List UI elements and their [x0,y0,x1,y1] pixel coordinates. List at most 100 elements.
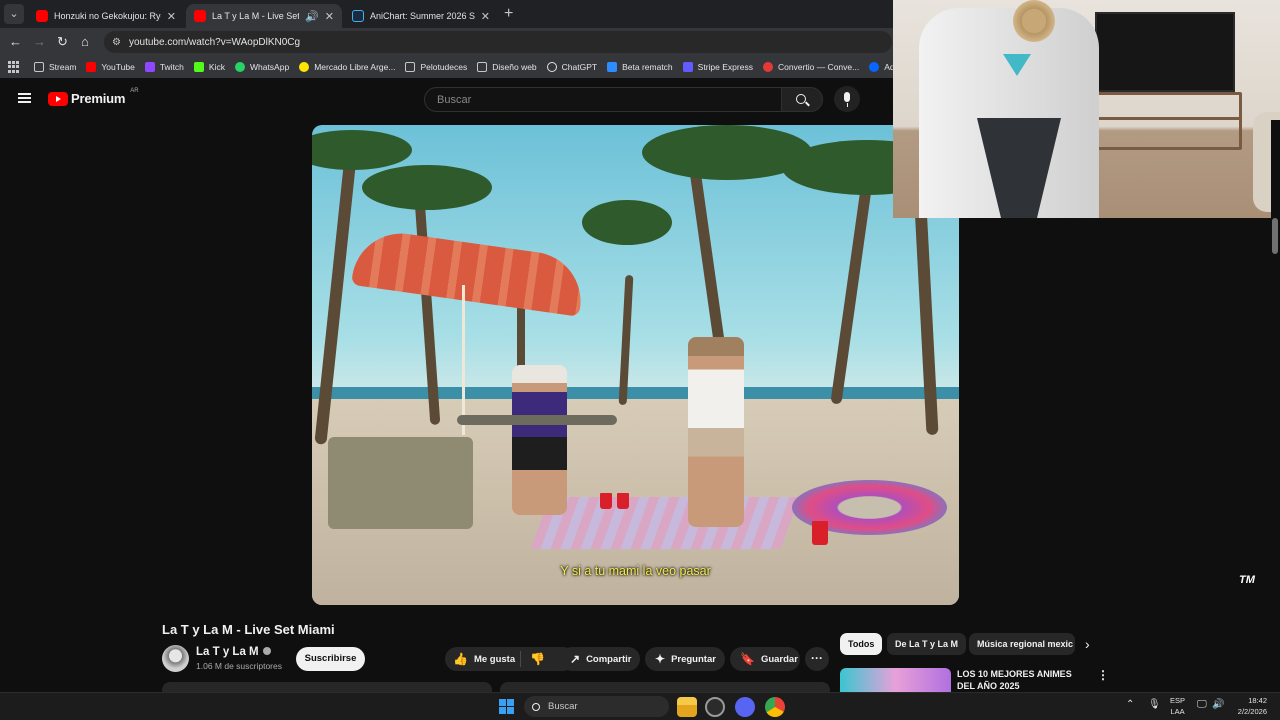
bookmark-twitch[interactable]: Twitch [144,62,184,72]
system-clock[interactable]: 18:42 2/2/2026 [1225,695,1267,717]
channel-name[interactable]: La T y La M [196,646,271,658]
microphone-icon[interactable]: 🎙 [1148,699,1161,710]
straw-hat [1013,0,1055,42]
folder-icon [405,62,416,72]
ask-button[interactable]: ✦ Preguntar [645,647,725,671]
bookmark-beta-rematch[interactable]: Beta rematch [607,62,673,72]
cooler [328,437,473,529]
taskbar-search[interactable]: Buscar [524,696,669,717]
chrome-icon[interactable] [765,697,785,717]
video-sea [312,387,959,399]
bookmark-chatgpt[interactable]: ChatGPT [546,62,597,72]
site-settings-icon[interactable]: ⚙ [112,37,121,48]
channel-watermark-icon[interactable]: TM [1239,574,1255,586]
voice-search-icon[interactable] [834,86,860,112]
youtube-favicon-icon [36,10,48,22]
palm-trunk [618,274,634,406]
country-code: AR [130,87,139,94]
windows-taskbar: Buscar ⌃ 🎙 ESP LAA 🖵 🔊 18:42 2/2/2026 [0,692,1280,720]
close-tab-icon[interactable]: ✕ [481,10,490,23]
webcam-overlay [893,0,1280,218]
tab-la-t-y-la-m[interactable]: La T y La M - Live Set Miami 🔊 ✕ [186,4,342,28]
bookmark-whatsapp[interactable]: WhatsApp [234,62,289,72]
description-box[interactable] [162,682,492,692]
palm-fronds [362,165,492,210]
thumbs-up-icon: 👍 [453,652,468,666]
reload-icon[interactable]: ↻ [57,34,68,50]
url-text: youtube.com/watch?v=WAopDlKN0Cg [128,36,301,48]
bookmark-icon: 🔖 [740,652,755,666]
youtube-play-icon [48,91,68,106]
video-title: La T y La M - Live Set Miami [162,622,335,637]
close-tab-icon[interactable]: ✕ [167,10,176,23]
home-icon[interactable]: ⌂ [81,34,89,49]
meta-icon [869,62,880,72]
search-input[interactable]: Buscar [424,87,782,112]
bookmark-kick[interactable]: Kick [193,62,225,72]
recommendation-title[interactable]: LOS 10 MEJORES ANIMES DEL AÑO 2025 [957,668,1092,692]
share-button[interactable]: ↗ Compartir [560,647,640,671]
bookmark-stream[interactable]: Stream [34,62,76,72]
search-button[interactable] [781,87,823,112]
channel-avatar[interactable] [162,645,189,672]
gaming-chair [919,8,1099,218]
bookmark-diseno-web[interactable]: Diseño web [477,62,537,72]
url-field[interactable]: ⚙ youtube.com/watch?v=WAopDlKN0Cg [104,31,892,53]
save-button[interactable]: 🔖 Guardar [730,647,800,671]
scrollbar[interactable] [1271,120,1280,692]
windows-start-icon[interactable] [499,699,514,714]
chip-channel[interactable]: De La T y La M [887,633,967,655]
kick-icon [193,62,204,72]
language-indicator[interactable]: ESP LAA [1170,695,1185,717]
subscribe-button[interactable]: Suscribirse [296,647,365,671]
palm-fronds [312,130,412,170]
menu-icon[interactable] [18,93,31,103]
chip-all[interactable]: Todos [840,633,883,655]
apps-grid-icon[interactable] [8,61,20,73]
network-icon[interactable]: 🖵 [1197,699,1207,710]
recommendation-thumbnail[interactable] [840,668,951,692]
youtube-premium-logo[interactable]: Premium AR [48,87,139,106]
more-vert-icon[interactable]: ⋮ [1097,668,1109,682]
keyboard-instrument [457,415,617,425]
bookmark-youtube[interactable]: YouTube [86,62,135,72]
beach-umbrella [351,227,587,317]
youtube-icon [86,62,97,72]
forward-arrow-icon[interactable]: → [33,34,46,49]
tab-honzuki[interactable]: Honzuki no Gekokujou: Ryoush ✕ [28,4,184,28]
mercadolibre-icon [299,62,310,72]
close-tab-icon[interactable]: ✕ [325,10,334,23]
like-button[interactable]: Me gusta [474,654,515,665]
chevron-up-icon[interactable]: ⌃ [1126,699,1134,710]
folder-icon [34,62,44,72]
comments-box[interactable] [500,682,830,692]
new-tab-button[interactable]: + [504,5,513,23]
person-right [688,337,744,527]
bookmark-convertio[interactable]: Convertio — Conve... [762,62,859,72]
chevron-right-icon[interactable]: › [1085,636,1090,652]
discord-icon[interactable] [735,697,755,717]
bookmark-mercadolibre[interactable]: Mercado Libre Arge... [299,62,395,72]
bookmark-stripe[interactable]: Stripe Express [682,62,753,72]
tab-anichart[interactable]: AniChart: Summer 2026 Season ✕ [344,4,498,28]
video-player[interactable]: Y si a tu mami la veo pasar [312,125,959,605]
scrollbar-thumb[interactable] [1272,218,1278,254]
volume-icon[interactable]: 🔊 [1212,699,1224,710]
dislike-button[interactable]: 👎 [522,647,552,671]
screen: ⌄ Honzuki no Gekokujou: Ryoush ✕ La T y … [0,0,1280,720]
beach-towel [530,497,800,549]
search-icon [532,702,540,711]
bookmark-pelotudeces[interactable]: Pelotudeces [405,62,467,72]
verified-icon [262,647,271,655]
sparkle-icon: ✦ [655,652,666,666]
more-actions-icon[interactable]: ··· [805,647,829,671]
tab-search-button[interactable]: ⌄ [4,4,24,24]
youtube-favicon-icon [194,10,206,22]
speaker-icon[interactable]: 🔊 [305,10,319,23]
chip-regional-mexican[interactable]: Música regional mexic [969,633,1075,655]
umbrella-pole [462,285,465,435]
steam-icon[interactable] [705,697,725,717]
back-arrow-icon[interactable]: ← [9,34,22,49]
file-explorer-icon[interactable] [677,697,697,717]
chatgpt-icon [546,62,557,72]
